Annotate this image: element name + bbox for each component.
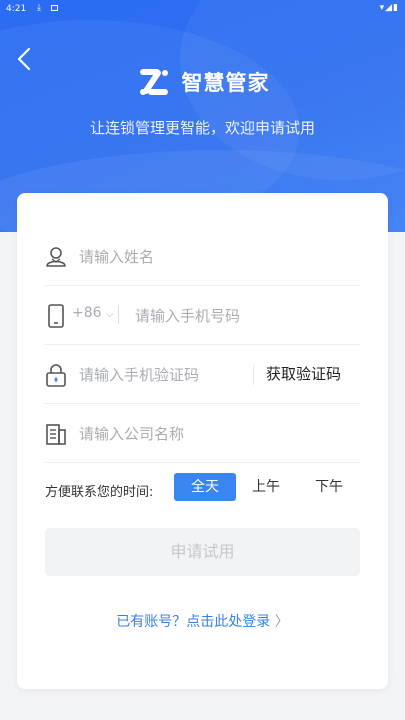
- time-option-morning[interactable]: 上午: [235, 473, 297, 501]
- time-option-all-day[interactable]: 全天: [174, 473, 236, 501]
- company-placeholder: 请输入公司名称: [79, 425, 185, 443]
- login-link[interactable]: 已有账号？点击此处登录 〉: [17, 611, 388, 631]
- name-placeholder: 请输入姓名: [79, 248, 155, 266]
- name-field[interactable]: 请输入姓名: [45, 227, 360, 286]
- divider: [118, 306, 119, 324]
- chevron-right-icon: 〉: [274, 614, 289, 630]
- notification-icon: [51, 5, 58, 11]
- user-icon: [46, 247, 66, 267]
- brand: 智慧管家: [0, 62, 405, 102]
- sms-code-placeholder: 请输入手机验证码: [79, 366, 200, 384]
- chevron-down-icon: ⌵: [106, 309, 114, 320]
- trial-form-card: 请输入姓名 +86 ⌵ 请输入手机号码 请输入手机验证码 获取验证码 请输入公司…: [17, 193, 388, 689]
- login-link-label: 已有账号？点击此处登录: [116, 614, 271, 630]
- status-time: 4:21: [6, 4, 27, 14]
- lock-icon: [46, 364, 66, 387]
- phone-icon: [48, 304, 64, 328]
- time-option-afternoon[interactable]: 下午: [298, 473, 360, 501]
- tagline: 让连锁管理更智能，欢迎申请试用: [89, 119, 315, 137]
- status-icons: ▾◢▮: [379, 3, 399, 13]
- download-icon: ⤓: [37, 3, 41, 13]
- country-code-selector[interactable]: +86 ⌵: [72, 305, 114, 321]
- status-bar: 4:21 ⤓ ▾◢▮: [0, 0, 405, 20]
- building-icon: [46, 424, 66, 445]
- app-name: 智慧管家: [181, 71, 270, 95]
- submit-button[interactable]: 申请试用: [45, 528, 360, 576]
- contact-time-label: 方便联系您的时间:: [45, 485, 154, 500]
- divider: [253, 365, 254, 385]
- company-field[interactable]: 请输入公司名称: [45, 404, 360, 463]
- app-logo-icon: [139, 69, 168, 95]
- get-code-button[interactable]: 获取验证码: [266, 363, 341, 384]
- phone-placeholder: 请输入手机号码: [135, 307, 241, 325]
- phone-field[interactable]: +86 ⌵ 请输入手机号码: [45, 286, 360, 345]
- sms-code-field[interactable]: 请输入手机验证码 获取验证码: [45, 345, 360, 404]
- country-code: +86: [72, 305, 102, 321]
